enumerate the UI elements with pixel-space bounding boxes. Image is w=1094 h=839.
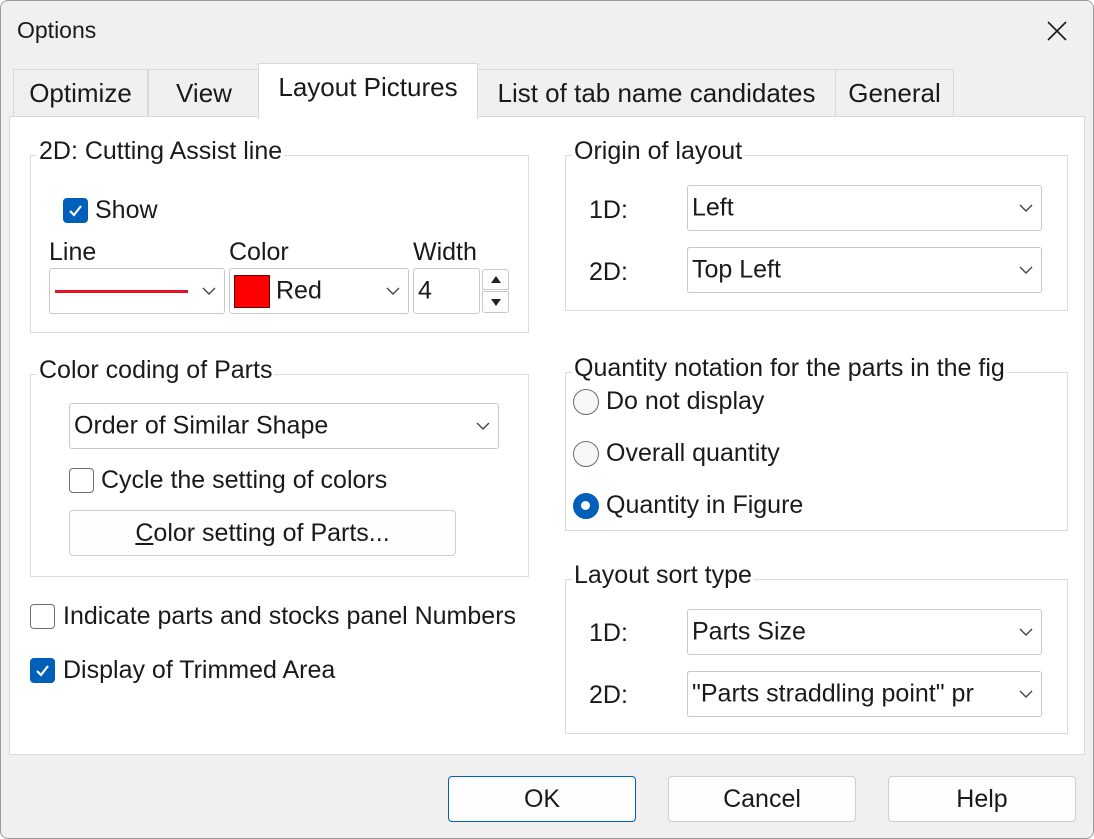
close-icon [1047, 21, 1067, 41]
quantity-group-label: Quantity notation for the parts in the f… [572, 354, 1007, 383]
width-input[interactable]: 4 [413, 268, 480, 314]
sort-group: Layout sort type 1D: Parts Size 2D: "Par… [565, 561, 1068, 734]
checkmark-icon [69, 205, 82, 217]
cycle-colors-checkbox[interactable] [69, 468, 94, 493]
ok-button[interactable]: OK [448, 776, 636, 822]
arrow-down-icon [490, 298, 501, 306]
quantity-in-figure-label: Quantity in Figure [606, 491, 804, 519]
cancel-button[interactable]: Cancel [668, 776, 856, 822]
cutting-assist-group: 2D: Cutting Assist line Show Line Color … [30, 137, 529, 333]
sort-2d-label: 2D: [589, 681, 628, 709]
sort-1d-label: 1D: [589, 619, 628, 647]
chevron-down-icon [1019, 628, 1033, 636]
radio-quantity-in-figure[interactable] [573, 493, 599, 519]
radio-do-not-display[interactable] [573, 389, 599, 415]
color-setting-mnemonic: C [135, 518, 154, 547]
radio-overall-quantity[interactable] [573, 441, 599, 467]
sort-1d-dropdown[interactable]: Parts Size [687, 609, 1042, 655]
color-value: Red [276, 276, 322, 305]
chevron-down-icon [202, 287, 216, 295]
origin-2d-dropdown[interactable]: Top Left [687, 247, 1042, 293]
color-dropdown[interactable]: Red [229, 268, 409, 314]
origin-1d-value: Left [692, 193, 734, 222]
tab-general[interactable]: General [835, 69, 954, 117]
title-bar: Options [1, 1, 1093, 63]
origin-group: Origin of layout 1D: Left 2D: Top Left [565, 137, 1068, 311]
tab-view[interactable]: View [148, 69, 260, 117]
sort-2d-value: "Parts straddling point" pr [692, 679, 974, 708]
line-preview [55, 290, 188, 293]
origin-1d-dropdown[interactable]: Left [687, 185, 1042, 231]
close-button[interactable] [1027, 7, 1087, 55]
cycle-colors-label: Cycle the setting of colors [101, 466, 388, 494]
origin-2d-value: Top Left [692, 255, 781, 284]
quantity-group: Quantity notation for the parts in the f… [565, 354, 1068, 531]
cutting-assist-group-label: 2D: Cutting Assist line [37, 137, 285, 166]
color-setting-label: olor setting of Parts... [153, 518, 390, 547]
chevron-down-icon [1019, 204, 1033, 212]
do-not-display-label: Do not display [606, 387, 765, 415]
overall-quantity-label: Overall quantity [606, 439, 780, 467]
options-dialog: Options Optimize View Layout Pictures Li… [0, 0, 1094, 839]
tab-layout-pictures[interactable]: Layout Pictures [258, 63, 478, 119]
width-spin-down[interactable] [482, 291, 509, 313]
help-label: Help [956, 784, 1008, 813]
color-swatch [234, 275, 270, 308]
line-label: Line [49, 238, 97, 266]
sort-2d-dropdown[interactable]: "Parts straddling point" pr [687, 671, 1042, 717]
color-setting-button[interactable]: Color setting of Parts... [69, 510, 456, 556]
trimmed-area-label: Display of Trimmed Area [63, 656, 336, 684]
arrow-up-icon [490, 276, 501, 283]
sort-1d-value: Parts Size [692, 617, 806, 646]
checkmark-icon [36, 665, 49, 677]
color-coding-group-label: Color coding of Parts [37, 356, 275, 385]
chevron-down-icon [476, 422, 490, 430]
tab-optimize[interactable]: Optimize [13, 69, 148, 117]
cancel-label: Cancel [723, 784, 801, 813]
trimmed-area-checkbox[interactable] [30, 658, 55, 683]
layout-pictures-panel: 2D: Cutting Assist line Show Line Color … [9, 116, 1085, 755]
chevron-down-icon [386, 287, 400, 295]
color-label: Color [229, 238, 289, 266]
line-style-dropdown[interactable] [49, 268, 225, 314]
indicate-numbers-label: Indicate parts and stocks panel Numbers [63, 602, 517, 630]
width-value: 4 [418, 276, 432, 305]
ok-label: OK [523, 784, 561, 813]
help-button[interactable]: Help [888, 776, 1076, 822]
width-label: Width [413, 238, 477, 266]
width-spin-up[interactable] [482, 269, 509, 290]
tab-list-of-tab-name-candidates[interactable]: List of tab name candidates [477, 69, 836, 117]
origin-group-label: Origin of layout [572, 137, 745, 166]
window-title: Options [17, 17, 97, 43]
show-checkbox[interactable] [63, 198, 88, 223]
origin-2d-label: 2D: [589, 258, 628, 286]
chevron-down-icon [1019, 690, 1033, 698]
sort-group-label: Layout sort type [572, 561, 754, 590]
indicate-numbers-checkbox[interactable] [30, 604, 55, 629]
show-label: Show [95, 196, 158, 224]
origin-1d-label: 1D: [589, 196, 628, 224]
color-coding-value: Order of Similar Shape [74, 411, 329, 440]
chevron-down-icon [1019, 266, 1033, 274]
color-coding-dropdown[interactable]: Order of Similar Shape [69, 403, 499, 449]
color-coding-group: Color coding of Parts Order of Similar S… [30, 356, 529, 577]
